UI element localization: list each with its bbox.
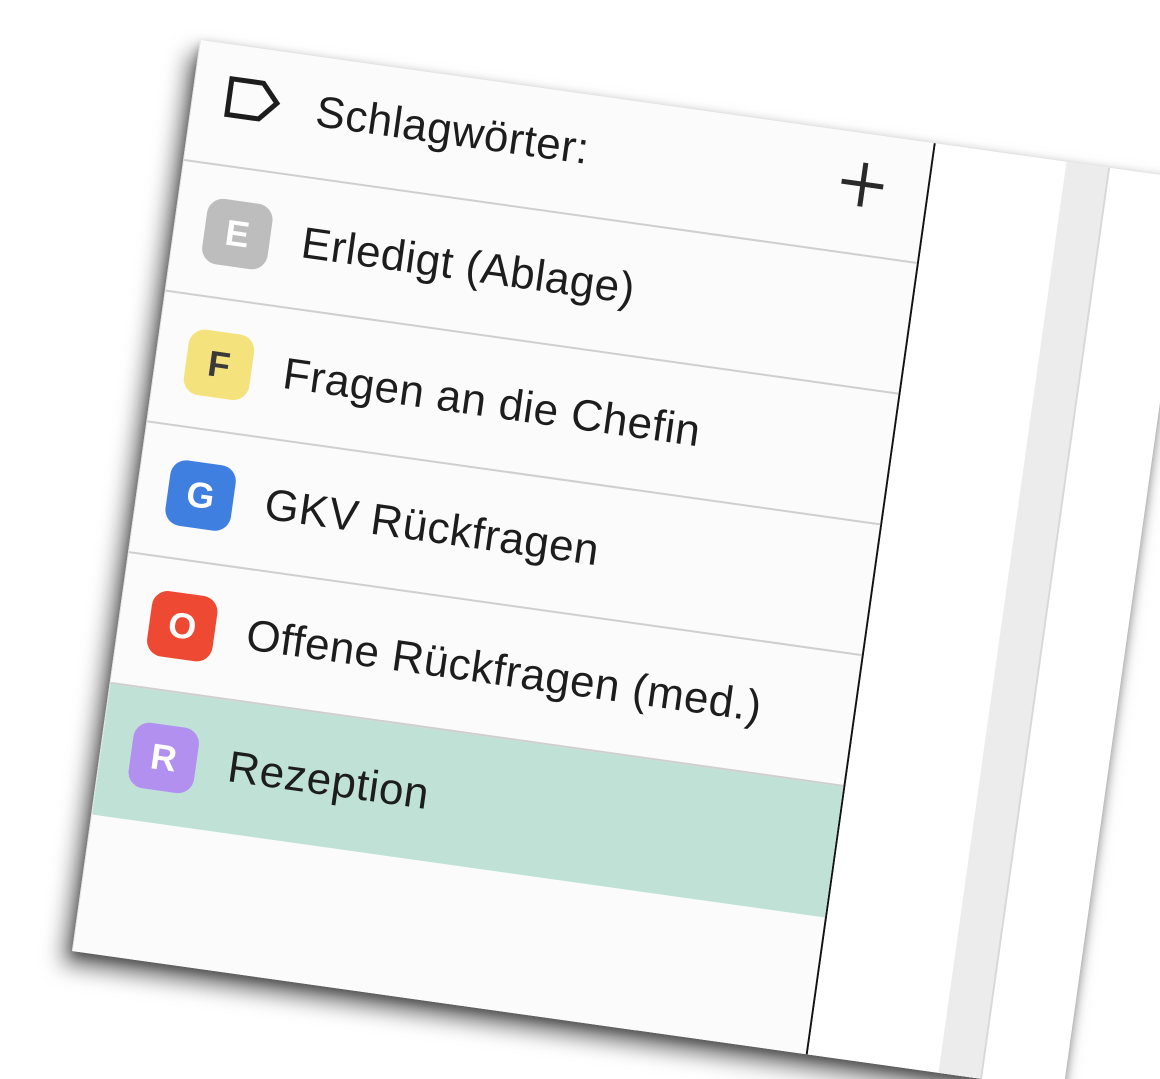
tag-badge: G [163,458,238,533]
tag-badge: E [200,196,275,272]
tag-icon [224,75,281,122]
tag-label: Rezeption [224,742,433,819]
screenshot-stage: Schlagwörter: E Erledigt (Ablage) F Fragen … [0,0,1160,1079]
pane-divider [980,167,1111,1079]
tags-title: Schlagwörter: [312,87,593,174]
tag-label: Fragen an die Chefin [280,349,704,457]
tag-badge: O [144,588,220,664]
tag-label: GKV Rückfragen [261,479,603,576]
tags-sidebar: Schlagwörter: E Erledigt (Ablage) F Fragen … [72,40,936,1055]
tag-list: E Erledigt (Ablage) F Fragen an die Chefin G… [92,160,917,918]
tag-badge: R [126,720,202,796]
scrollbar-track[interactable] [938,161,1109,1079]
add-tag-button[interactable] [834,156,890,212]
tag-label: Erledigt (Ablage) [298,218,639,314]
app-window: Schlagwörter: E Erledigt (Ablage) F Fragen … [71,40,1160,1079]
tag-badge: F [181,327,257,403]
